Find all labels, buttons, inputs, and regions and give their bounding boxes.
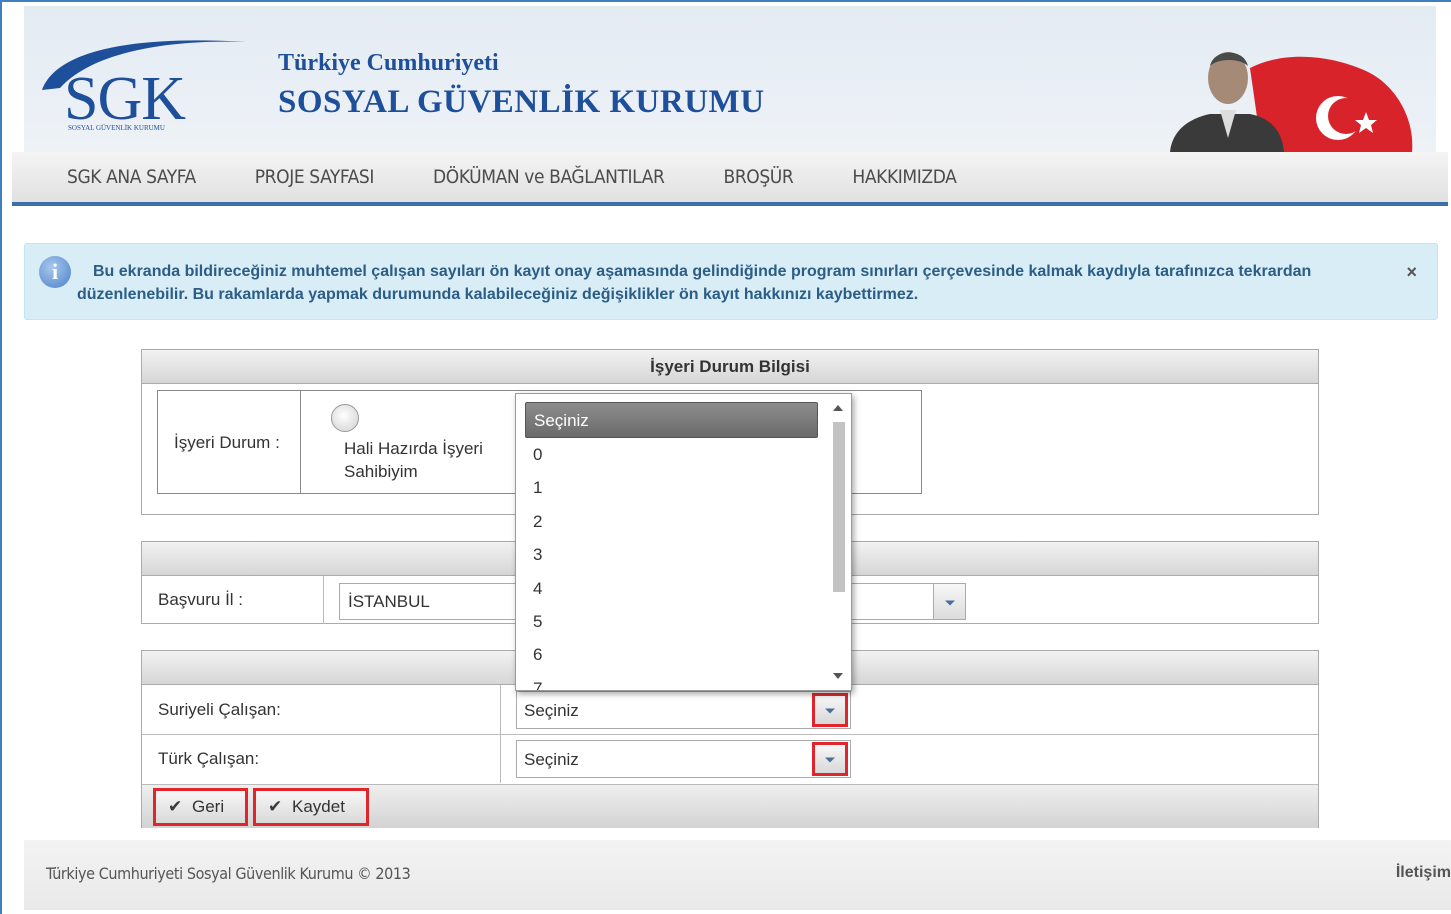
scroll-down-icon[interactable] — [833, 673, 843, 679]
logo-text: SGK — [64, 65, 186, 133]
nav-item-proje-sayfasi[interactable]: PROJE SAYFASI — [255, 166, 375, 188]
chevron-down-icon[interactable] — [812, 742, 848, 776]
nav-item-hakkimizda[interactable]: HAKKIMIZDA — [852, 166, 956, 188]
dropdown-option[interactable]: 4 — [516, 572, 826, 605]
dropdown-list: Seçiniz 0 1 2 3 4 5 6 7 — [516, 394, 826, 690]
chevron-down-icon[interactable] — [812, 693, 848, 727]
isyeri-sahibi-radio-label[interactable]: Hali Hazırda İşyeri Sahibiyim — [344, 437, 514, 483]
logo-subtext: SOSYAL GÜVENLİK KURUMU — [68, 124, 165, 132]
check-icon: ✔ — [168, 797, 183, 816]
nav-item-brosur[interactable]: BROŞÜR — [724, 166, 794, 188]
dropdown-option[interactable]: Seçiniz — [525, 402, 818, 438]
isyeri-label-cell: İşyeri Durum : — [158, 391, 301, 493]
back-button[interactable]: ✔ Geri — [153, 788, 248, 826]
suriyeli-calisan-select[interactable]: Seçiniz — [516, 691, 851, 729]
suriyeli-calisan-label: Suriyeli Çalışan: — [158, 700, 281, 719]
sgk-logo[interactable]: SGK SOSYAL GÜVENLİK KURUMU — [38, 32, 248, 142]
back-button-label: Geri — [192, 797, 225, 816]
site-footer: Türkiye Cumhuriyeti Sosyal Güvenlik Kuru… — [24, 840, 1451, 910]
dropdown-option[interactable]: 3 — [516, 538, 826, 571]
scrollbar-thumb[interactable] — [833, 422, 845, 592]
dropdown-option[interactable]: 1 — [516, 471, 826, 504]
header-title-big: SOSYAL GÜVENLİK KURUMU — [278, 84, 765, 120]
turk-calisan-label: Türk Çalışan: — [158, 749, 260, 768]
button-bar: ✔ Geri ✔ Kaydet — [142, 784, 1318, 828]
alert-text: Bu ekranda bildireceğiniz muhtemel çalış… — [77, 263, 1312, 303]
footer-contact-link[interactable]: İletişim — [1396, 864, 1451, 882]
dropdown-option[interactable]: 7 — [516, 672, 826, 690]
info-icon: i — [39, 256, 71, 288]
dropdown-scrollbar[interactable] — [825, 394, 851, 690]
suriyeli-calisan-dropdown[interactable]: Seçiniz 0 1 2 3 4 5 6 7 — [515, 393, 852, 691]
dropdown-option[interactable]: 0 — [516, 438, 826, 471]
basvuru-il-label: Başvuru İl : — [158, 590, 244, 609]
turk-calisan-select[interactable]: Seçiniz — [516, 740, 851, 778]
dropdown-option[interactable]: 2 — [516, 505, 826, 538]
check-icon: ✔ — [268, 797, 283, 816]
footer-copyright: Türkiye Cumhuriyeti Sosyal Güvenlik Kuru… — [46, 864, 411, 883]
nav-item-sgk-ana-sayfa[interactable]: SGK ANA SAYFA — [67, 166, 196, 188]
suriyeli-calisan-value: Seçiniz — [524, 701, 579, 720]
turk-calisan-value: Seçiniz — [524, 750, 579, 769]
flag-portrait-image — [1170, 52, 1413, 152]
panel-title: İşyeri Durum Bilgisi — [142, 350, 1318, 384]
row-divider — [142, 734, 1318, 735]
site-header: SGK SOSYAL GÜVENLİK KURUMU Türkiye Cumhu… — [24, 6, 1436, 152]
basvuru-il-value: İSTANBUL — [348, 592, 430, 611]
info-alert: i Bu ekranda bildireceğiniz muhtemel çal… — [24, 243, 1438, 320]
main-nav: SGK ANA SAYFA PROJE SAYFASI DÖKÜMAN ve B… — [12, 152, 1448, 206]
scroll-up-icon[interactable] — [833, 405, 843, 411]
isyeri-sahibi-radio[interactable] — [331, 404, 359, 432]
cell-divider — [323, 576, 324, 624]
dropdown-option[interactable]: 5 — [516, 605, 826, 638]
chevron-down-icon[interactable] — [933, 584, 965, 619]
dropdown-option[interactable]: 6 — [516, 638, 826, 671]
nav-item-dokuman[interactable]: DÖKÜMAN ve BAĞLANTILAR — [433, 166, 665, 188]
save-button-label: Kaydet — [292, 797, 345, 816]
save-button[interactable]: ✔ Kaydet — [253, 788, 369, 826]
close-icon[interactable]: × — [1406, 262, 1417, 283]
header-title-small: Türkiye Cumhuriyeti — [278, 50, 499, 76]
isyeri-durum-label: İşyeri Durum : — [174, 433, 280, 452]
